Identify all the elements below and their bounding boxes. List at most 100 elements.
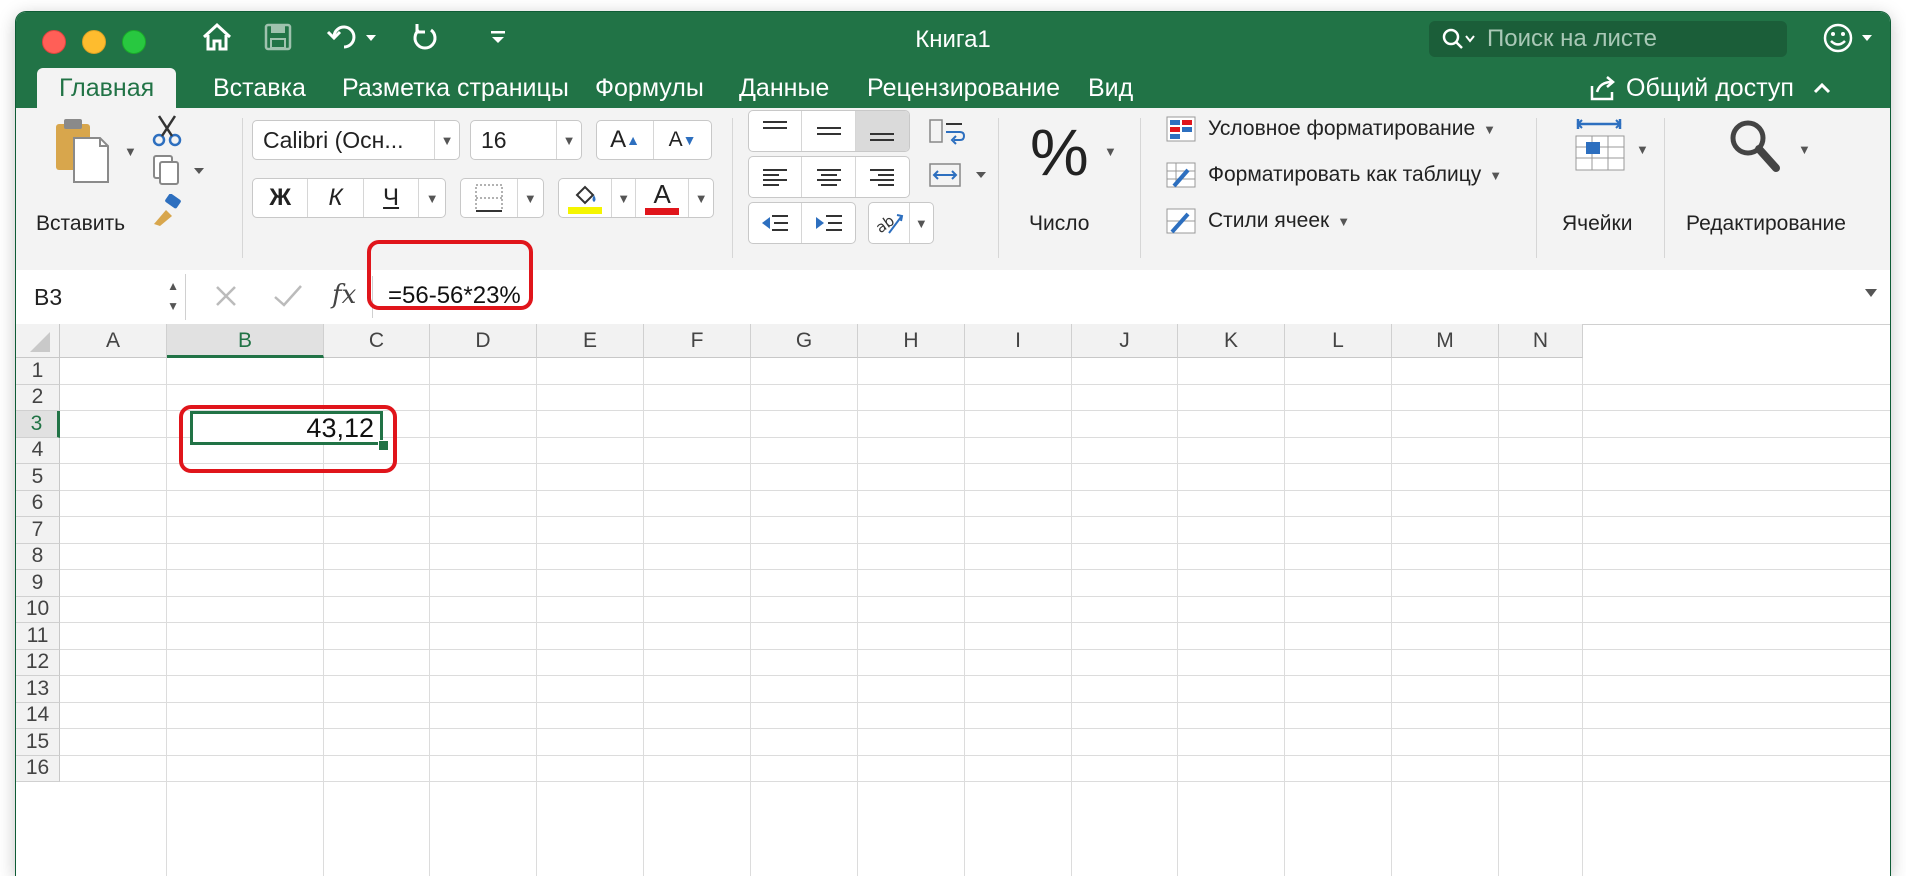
align-center-icon[interactable]	[802, 157, 856, 197]
borders-button[interactable]: ▼	[460, 178, 544, 218]
horizontal-align-buttons	[748, 156, 910, 198]
editing-button[interactable]: ▼	[1726, 116, 1826, 196]
font-color-dropdown[interactable]: ▼	[689, 179, 713, 217]
row-header-5[interactable]: 5	[16, 464, 60, 491]
cells-icon	[1572, 116, 1628, 181]
column-header-i[interactable]: I	[965, 324, 1072, 358]
decrease-indent-icon[interactable]	[749, 203, 803, 243]
ribbon: ▼ Вставить Calibri (Осн... ▼ 16 ▼ A ▲ A ▼	[16, 108, 1890, 271]
excel-window: Книга1 Поиск на листе Главная Вставка Ра…	[16, 12, 1890, 876]
share-button[interactable]: Общий доступ	[1588, 68, 1832, 108]
increase-font-button[interactable]: A ▲	[597, 121, 655, 159]
cancel-icon[interactable]	[212, 282, 240, 315]
copy-icon[interactable]	[150, 154, 206, 193]
row-header-7[interactable]: 7	[16, 517, 60, 544]
format-as-table-label: Форматировать как таблицу	[1208, 163, 1482, 186]
column-header-n[interactable]: N	[1499, 324, 1583, 358]
row-header-11[interactable]: 11	[16, 623, 60, 650]
enter-icon[interactable]	[272, 282, 304, 315]
column-header-b[interactable]: B	[167, 324, 324, 358]
column-header-h[interactable]: H	[858, 324, 965, 358]
row-header-3[interactable]: 3	[16, 411, 60, 438]
fill-color-dropdown[interactable]: ▼	[612, 179, 637, 217]
column-header-f[interactable]: F	[644, 324, 751, 358]
row-header-13[interactable]: 13	[16, 676, 60, 703]
tab-data[interactable]: Данные	[717, 68, 851, 108]
scissors-icon[interactable]	[150, 114, 184, 153]
row-header-2[interactable]: 2	[16, 384, 60, 411]
borders-dropdown[interactable]: ▼	[518, 179, 543, 217]
merge-icon[interactable]	[928, 158, 988, 197]
fill-color-icon[interactable]	[559, 179, 613, 217]
row-header-16[interactable]: 16	[16, 755, 60, 782]
underline-button[interactable]: Ч	[364, 179, 420, 217]
row-header-9[interactable]: 9	[16, 570, 60, 597]
insert-function-button[interactable]: fx	[332, 280, 356, 310]
column-header-d[interactable]: D	[430, 324, 537, 358]
column-header-l[interactable]: L	[1285, 324, 1392, 358]
row-header-6[interactable]: 6	[16, 490, 60, 517]
column-header-k[interactable]: K	[1178, 324, 1285, 358]
font-color-icon[interactable]: A	[636, 179, 690, 217]
wrap-text-icon[interactable]	[928, 114, 968, 153]
align-top-icon[interactable]	[749, 111, 803, 151]
smiley-icon[interactable]	[1822, 22, 1882, 59]
bold-button[interactable]: Ж	[253, 179, 309, 217]
paste-label: Вставить	[36, 212, 126, 235]
align-middle-icon[interactable]	[802, 111, 856, 151]
tab-home[interactable]: Главная	[37, 68, 177, 108]
row-header-14[interactable]: 14	[16, 702, 60, 729]
row-header-4[interactable]: 4	[16, 437, 60, 464]
gridline-horizontal	[60, 569, 1890, 570]
font-size-select[interactable]: 16 ▼	[470, 120, 582, 160]
orientation-dropdown[interactable]: ▼	[910, 203, 933, 243]
name-box-stepper-icon[interactable]: ▲ ▼	[167, 276, 179, 316]
tab-review[interactable]: Рецензирование	[845, 68, 1082, 108]
cell-styles-button[interactable]: Стили ячеек ▼	[1166, 204, 1350, 238]
align-right-icon[interactable]	[856, 157, 909, 197]
name-box-value: B3	[34, 284, 63, 310]
conditional-formatting-icon	[1166, 116, 1196, 142]
column-header-m[interactable]: M	[1392, 324, 1499, 358]
align-left-icon[interactable]	[749, 157, 803, 197]
orientation-button[interactable]: ab ▼	[868, 202, 934, 244]
tab-page-layout[interactable]: Разметка страницы	[320, 68, 591, 108]
column-header-j[interactable]: J	[1072, 324, 1178, 358]
column-header-e[interactable]: E	[537, 324, 644, 358]
paste-dropdown-icon[interactable]: ▼	[124, 144, 137, 159]
format-painter-icon[interactable]	[150, 193, 184, 233]
collapse-ribbon-icon[interactable]	[1812, 81, 1832, 95]
cells-label: Ячейки	[1562, 212, 1633, 235]
column-header-c[interactable]: C	[324, 324, 430, 358]
increase-indent-icon[interactable]	[802, 203, 855, 243]
font-size-buttons: A ▲ A ▼	[596, 120, 712, 160]
expand-formula-icon[interactable]	[1862, 286, 1880, 305]
decrease-font-button[interactable]: A ▼	[654, 121, 711, 159]
select-all-corner[interactable]	[16, 324, 60, 358]
row-header-15[interactable]: 15	[16, 729, 60, 756]
font-name-select[interactable]: Calibri (Осн... ▼	[252, 120, 460, 160]
row-header-8[interactable]: 8	[16, 543, 60, 570]
tab-view[interactable]: Вид	[1066, 68, 1155, 108]
search-input[interactable]: Поиск на листе	[1429, 21, 1787, 57]
tab-insert[interactable]: Вставка	[191, 68, 328, 108]
underline-dropdown[interactable]: ▼	[419, 179, 445, 217]
italic-button[interactable]: К	[308, 179, 364, 217]
row-header-12[interactable]: 12	[16, 649, 60, 676]
row-header-1[interactable]: 1	[16, 358, 60, 385]
share-label: Общий доступ	[1626, 73, 1794, 102]
cell-highlight	[179, 405, 397, 473]
column-header-g[interactable]: G	[751, 324, 858, 358]
decrease-font-glyph: A	[668, 128, 683, 151]
align-bottom-icon[interactable]	[855, 111, 909, 151]
paste-button[interactable]: ▼	[28, 116, 137, 206]
name-box[interactable]: B3 ▲ ▼	[18, 274, 186, 320]
format-as-table-icon	[1166, 162, 1196, 188]
number-format-button[interactable]: % ▼	[1020, 114, 1120, 194]
row-header-10[interactable]: 10	[16, 596, 60, 623]
column-header-a[interactable]: A	[60, 324, 167, 358]
format-as-table-button[interactable]: Форматировать как таблицу ▼	[1166, 158, 1502, 192]
cells-button[interactable]: ▼	[1560, 116, 1660, 196]
tab-formulas[interactable]: Формулы	[573, 68, 726, 108]
conditional-formatting-button[interactable]: Условное форматирование ▼	[1166, 112, 1496, 146]
